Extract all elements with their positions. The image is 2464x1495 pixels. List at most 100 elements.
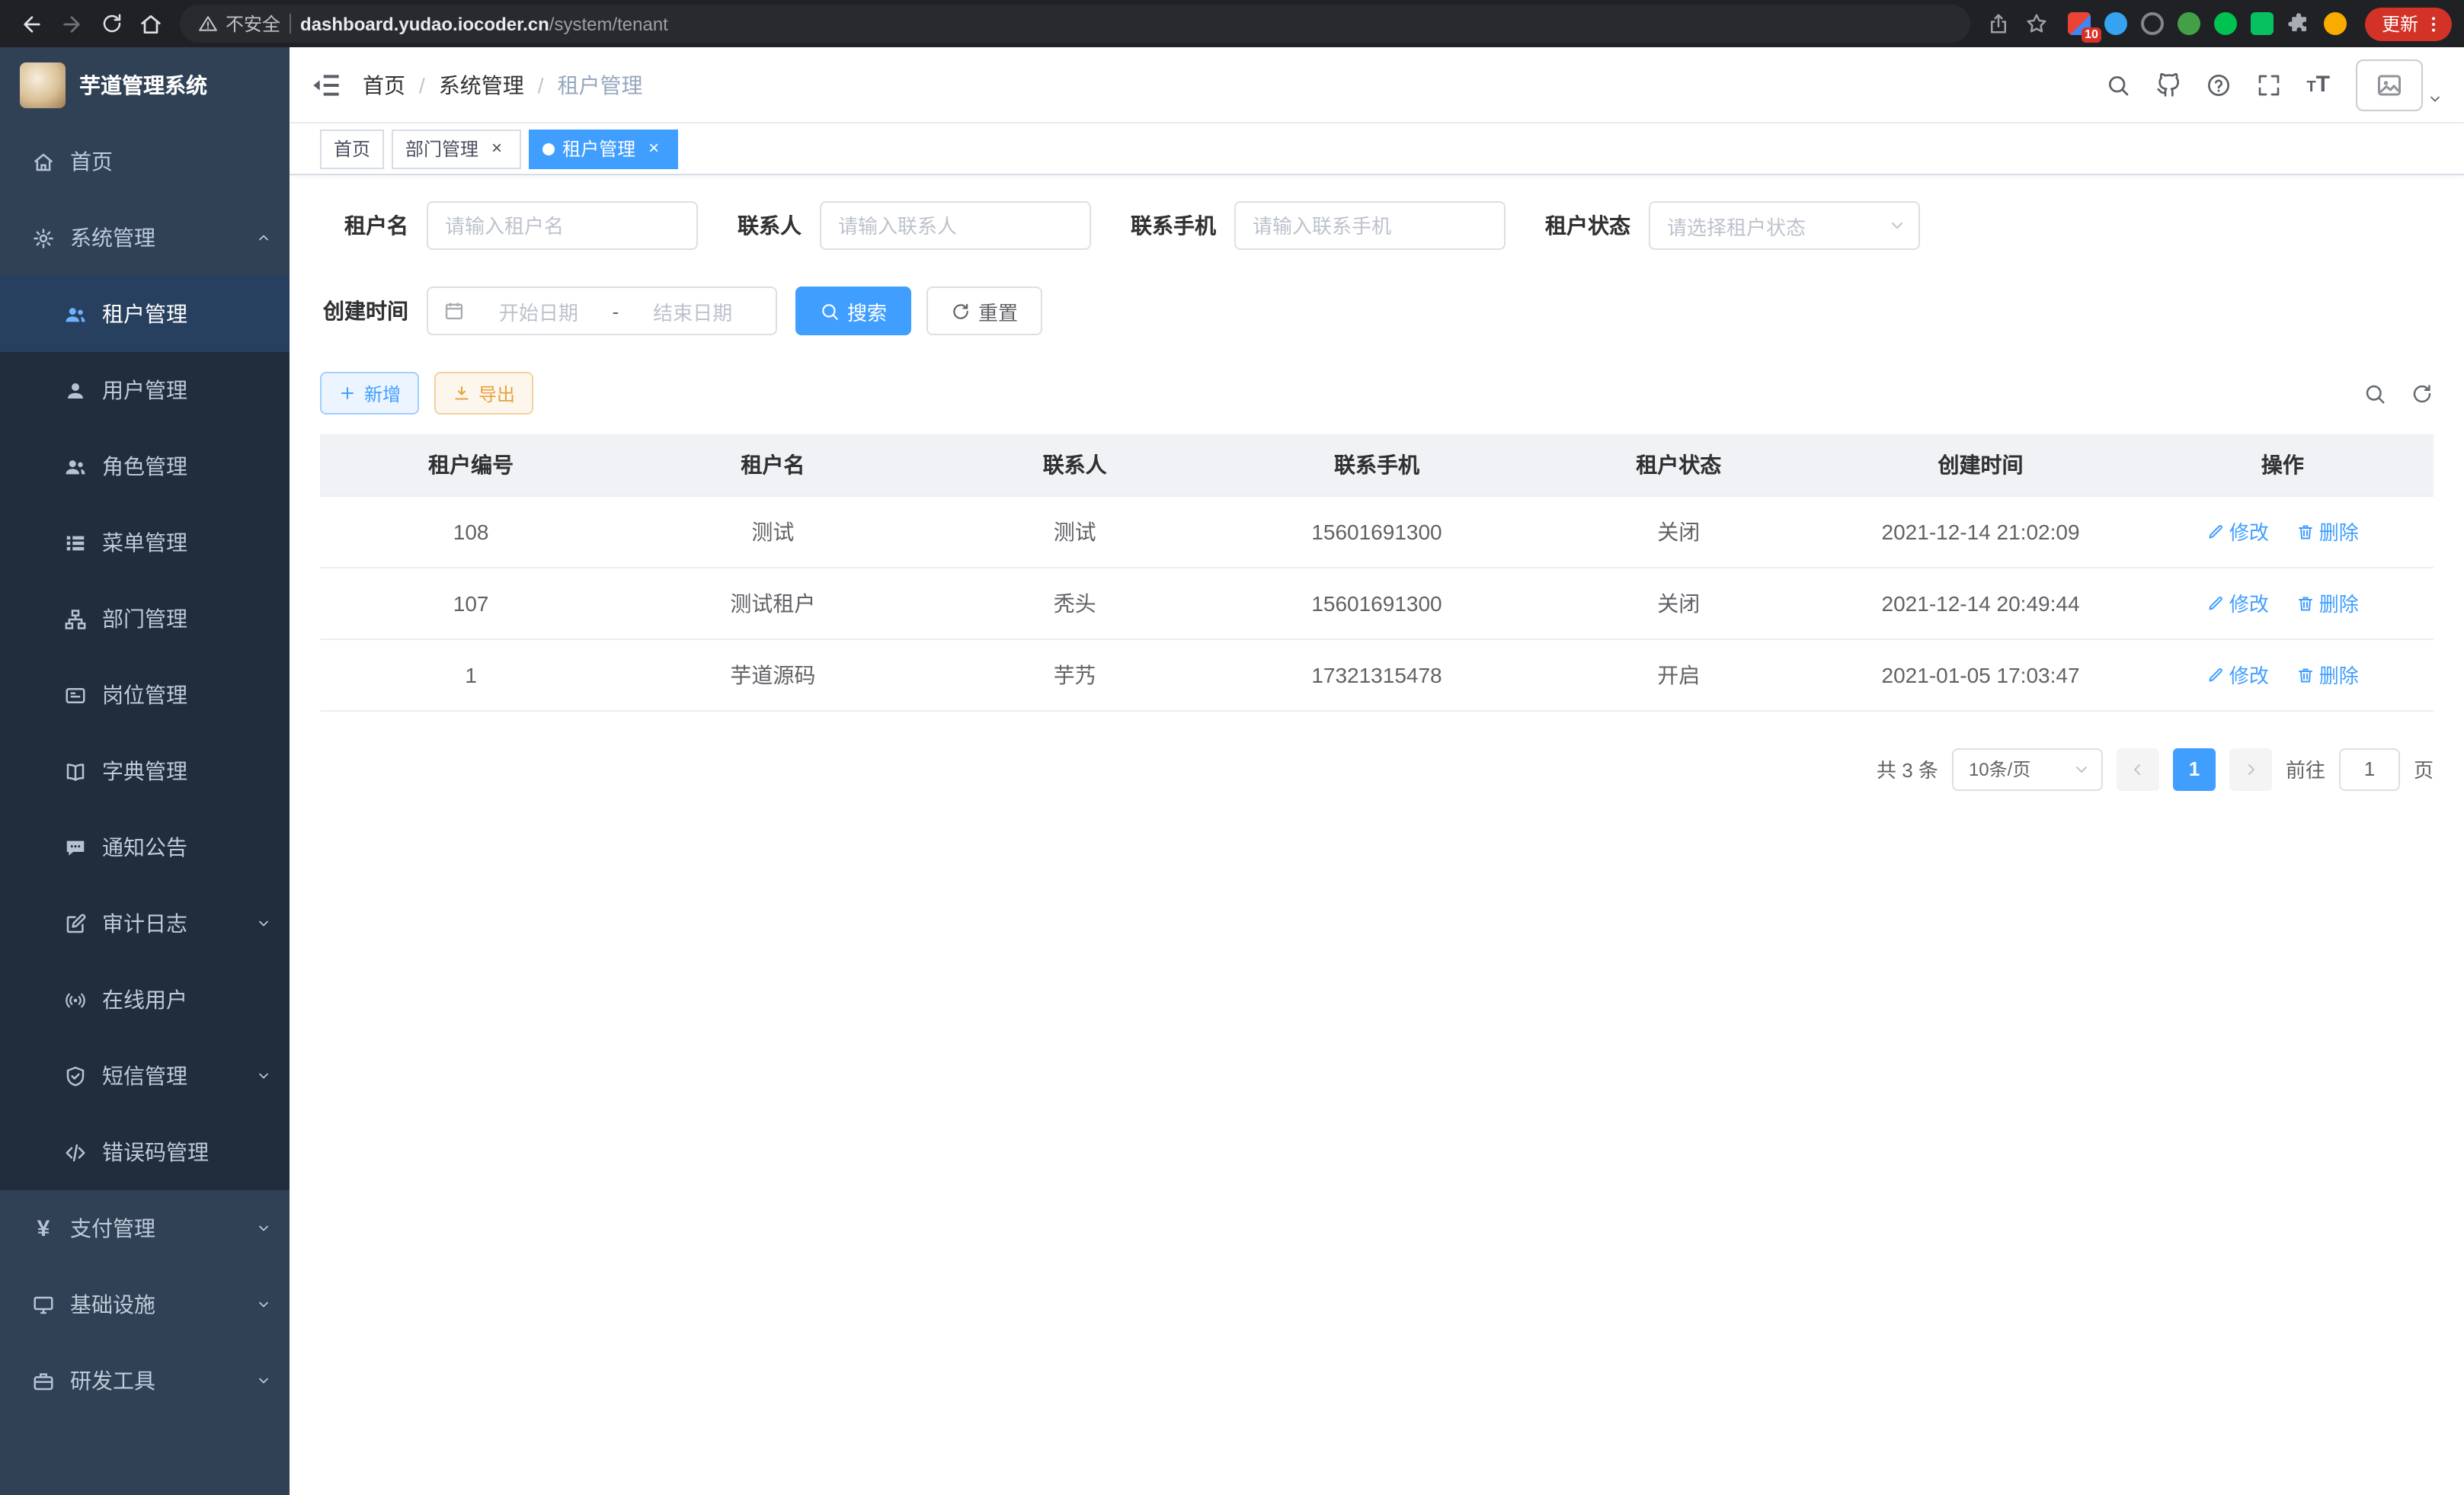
sidebar-item-dict[interactable]: 字典管理 bbox=[0, 733, 290, 809]
sidebar-item-system[interactable]: 系统管理 bbox=[0, 200, 290, 276]
sidebar-item-dept[interactable]: 部门管理 bbox=[0, 581, 290, 657]
sidebar-item-post[interactable]: 岗位管理 bbox=[0, 657, 290, 733]
create-time-range-picker[interactable]: 开始日期 - 结束日期 bbox=[427, 287, 777, 335]
sidebar-item-error-code[interactable]: 错误码管理 bbox=[0, 1114, 290, 1190]
browser-home-button[interactable] bbox=[131, 4, 171, 43]
cell-contact: 秃头 bbox=[924, 567, 1226, 639]
status-select[interactable]: 请选择租户状态 bbox=[1649, 201, 1920, 250]
browser-profile-avatar[interactable] bbox=[2324, 12, 2347, 35]
cell-contact: 测试 bbox=[924, 495, 1226, 567]
phone-input[interactable] bbox=[1253, 214, 1487, 237]
sidebar-item-tenant[interactable]: 租户管理 bbox=[0, 276, 290, 352]
export-button[interactable]: 导出 bbox=[434, 372, 533, 415]
github-icon[interactable] bbox=[2155, 72, 2180, 97]
refresh-table-button[interactable] bbox=[2411, 382, 2434, 405]
help-icon[interactable] bbox=[2206, 72, 2230, 97]
site-security-indicator[interactable]: 不安全 bbox=[198, 11, 280, 37]
ext-icon-4[interactable] bbox=[2178, 12, 2200, 35]
sidebar-item-notice[interactable]: 通知公告 bbox=[0, 809, 290, 885]
extensions-puzzle-icon[interactable] bbox=[2287, 12, 2310, 35]
ext-icon-3[interactable] bbox=[2141, 12, 2164, 35]
broken-image-icon bbox=[2376, 71, 2403, 98]
col-header-contact: 联系人 bbox=[924, 434, 1226, 495]
browser-forward-button[interactable] bbox=[52, 4, 91, 43]
cell-actions: 修改 删除 bbox=[2132, 495, 2434, 567]
search-icon[interactable] bbox=[2105, 72, 2130, 97]
goto-page-input[interactable] bbox=[2339, 748, 2400, 790]
browser-back-button[interactable] bbox=[12, 4, 52, 43]
search-button[interactable]: 搜索 bbox=[795, 287, 911, 335]
chevron-left-icon bbox=[2129, 760, 2147, 778]
col-header-status: 租户状态 bbox=[1528, 434, 1829, 495]
delete-link[interactable]: 删除 bbox=[2296, 588, 2359, 617]
chevron-down-icon bbox=[2427, 91, 2443, 106]
delete-link[interactable]: 删除 bbox=[2296, 517, 2359, 546]
close-icon[interactable]: × bbox=[643, 138, 664, 159]
table-toolbar: 新增 导出 bbox=[320, 372, 2434, 415]
sidebar-item-role[interactable]: 角色管理 bbox=[0, 428, 290, 504]
sidebar-item-pay[interactable]: ¥ 支付管理 bbox=[0, 1190, 290, 1266]
page-size-select[interactable]: 10条/页 bbox=[1952, 748, 2103, 790]
sidebar-item-label: 菜单管理 bbox=[102, 527, 187, 558]
refresh-icon bbox=[2411, 382, 2434, 405]
breadcrumb-home[interactable]: 首页 bbox=[363, 69, 405, 100]
browser-reload-button[interactable] bbox=[91, 4, 131, 43]
chevron-down-icon bbox=[256, 1297, 271, 1312]
user-avatar[interactable] bbox=[2356, 59, 2443, 110]
sidebar-item-label: 错误码管理 bbox=[102, 1137, 209, 1167]
next-page-button[interactable] bbox=[2229, 748, 2272, 790]
bookmark-star-icon[interactable] bbox=[2025, 12, 2048, 35]
sidebar-item-online-user[interactable]: 在线用户 bbox=[0, 962, 290, 1038]
sidebar-item-audit-log[interactable]: 审计日志 bbox=[0, 885, 290, 962]
add-button[interactable]: 新增 bbox=[320, 372, 419, 415]
reset-button[interactable]: 重置 bbox=[926, 287, 1042, 335]
search-icon bbox=[820, 301, 840, 321]
edit-link[interactable]: 修改 bbox=[2206, 588, 2269, 617]
pagination: 共 3 条 10条/页 1 前往 页 bbox=[320, 748, 2434, 790]
toggle-search-button[interactable] bbox=[2363, 382, 2386, 405]
cell-tenant-id: 107 bbox=[320, 567, 622, 639]
fullscreen-icon[interactable] bbox=[2256, 72, 2280, 97]
browser-menu-icon bbox=[2423, 13, 2444, 34]
edit-pencil-icon bbox=[2206, 522, 2225, 540]
sidebar-item-infra[interactable]: 基础设施 bbox=[0, 1266, 290, 1343]
cell-status: 开启 bbox=[1528, 639, 1829, 710]
ext-icon-5[interactable] bbox=[2214, 12, 2237, 35]
font-size-icon[interactable]: TT bbox=[2306, 73, 2330, 96]
dict-book-icon bbox=[64, 760, 87, 783]
prev-page-button[interactable] bbox=[2117, 748, 2159, 790]
sidebar: 芋道管理系统 首页 系统管理 租户管理 用户管理 角色管理 bbox=[0, 47, 290, 1495]
cell-created-at: 2021-12-14 20:49:44 bbox=[1829, 567, 2131, 639]
goto-unit: 页 bbox=[2414, 754, 2434, 783]
sidebar-item-sms[interactable]: 短信管理 bbox=[0, 1038, 290, 1114]
close-icon[interactable]: × bbox=[486, 138, 507, 159]
app-header: 首页 / 系统管理 / 租户管理 TT bbox=[290, 47, 2464, 123]
sidebar-item-user[interactable]: 用户管理 bbox=[0, 352, 290, 428]
sidebar-item-menu[interactable]: 菜单管理 bbox=[0, 504, 290, 581]
edit-link[interactable]: 修改 bbox=[2206, 517, 2269, 546]
sidebar-item-dev-tools[interactable]: 研发工具 bbox=[0, 1343, 290, 1419]
delete-link[interactable]: 删除 bbox=[2296, 660, 2359, 689]
sidebar-toggle-button[interactable] bbox=[311, 69, 341, 100]
ext-icon-6[interactable] bbox=[2251, 12, 2274, 35]
browser-window: 不安全 dashboard.yudao.iocoder.cn/system/te… bbox=[0, 0, 2464, 1495]
app-logo[interactable]: 芋道管理系统 bbox=[0, 47, 290, 123]
page-1-button[interactable]: 1 bbox=[2173, 748, 2216, 790]
tab-dept[interactable]: 部门管理 × bbox=[392, 129, 521, 168]
breadcrumb-system[interactable]: 系统管理 bbox=[439, 69, 524, 100]
ext-icon-2[interactable] bbox=[2104, 12, 2127, 35]
url-domain: dashboard.yudao.iocoder.cn bbox=[300, 13, 549, 34]
table-row: 1 芋道源码 芋艿 17321315478 开启 2021-01-05 17:0… bbox=[320, 639, 2434, 710]
share-icon[interactable] bbox=[1987, 12, 2010, 35]
address-bar[interactable]: 不安全 dashboard.yudao.iocoder.cn/system/te… bbox=[180, 5, 1970, 43]
contact-input[interactable] bbox=[838, 214, 1073, 237]
tab-home[interactable]: 首页 bbox=[320, 129, 384, 168]
ext-icon-1[interactable]: 10 bbox=[2068, 12, 2091, 35]
table-row: 108 测试 测试 15601691300 关闭 2021-12-14 21:0… bbox=[320, 495, 2434, 567]
browser-update-button[interactable]: 更新 bbox=[2365, 7, 2452, 40]
sidebar-item-home[interactable]: 首页 bbox=[0, 123, 290, 200]
tenant-name-input[interactable] bbox=[445, 214, 680, 237]
chevron-down-icon bbox=[2072, 760, 2091, 778]
edit-link[interactable]: 修改 bbox=[2206, 660, 2269, 689]
tab-tenant[interactable]: 租户管理 × bbox=[529, 129, 678, 168]
